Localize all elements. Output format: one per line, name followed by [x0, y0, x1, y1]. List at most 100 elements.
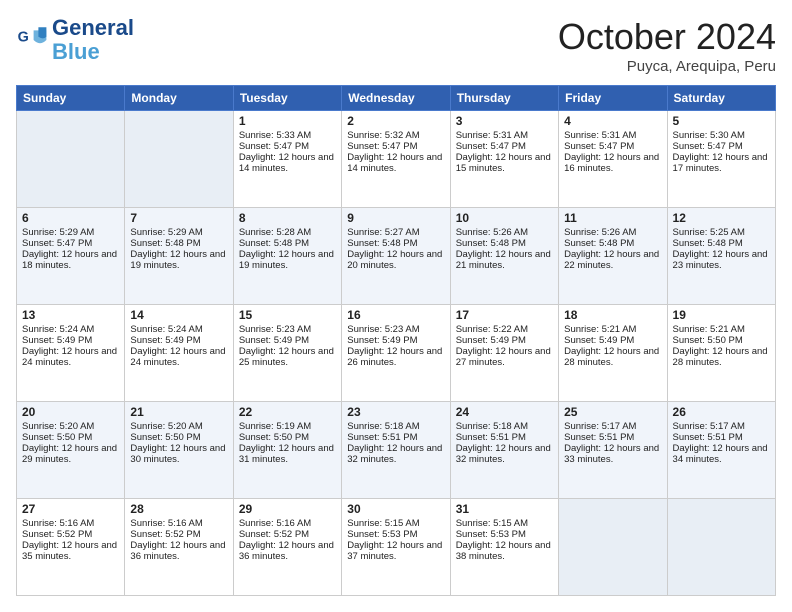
week-row-4: 20Sunrise: 5:20 AMSunset: 5:50 PMDayligh… [17, 402, 776, 499]
day-info: Sunset: 5:48 PM [130, 238, 227, 249]
day-info: Sunset: 5:53 PM [347, 529, 444, 540]
day-info: Sunset: 5:49 PM [22, 335, 119, 346]
day-info: Sunrise: 5:18 AM [347, 421, 444, 432]
day-info: Daylight: 12 hours and 32 minutes. [456, 443, 553, 465]
day-number: 28 [130, 502, 227, 516]
cell-5-6 [559, 499, 667, 596]
cell-4-2: 21Sunrise: 5:20 AMSunset: 5:50 PMDayligh… [125, 402, 233, 499]
cell-4-1: 20Sunrise: 5:20 AMSunset: 5:50 PMDayligh… [17, 402, 125, 499]
day-info: Daylight: 12 hours and 19 minutes. [239, 249, 336, 271]
cell-1-5: 3Sunrise: 5:31 AMSunset: 5:47 PMDaylight… [450, 111, 558, 208]
day-number: 26 [673, 405, 770, 419]
day-info: Daylight: 12 hours and 23 minutes. [673, 249, 770, 271]
day-info: Sunset: 5:47 PM [456, 141, 553, 152]
day-info: Daylight: 12 hours and 38 minutes. [456, 540, 553, 562]
day-info: Sunrise: 5:17 AM [564, 421, 661, 432]
cell-1-7: 5Sunrise: 5:30 AMSunset: 5:47 PMDaylight… [667, 111, 775, 208]
cell-4-5: 24Sunrise: 5:18 AMSunset: 5:51 PMDayligh… [450, 402, 558, 499]
day-info: Sunset: 5:49 PM [456, 335, 553, 346]
week-row-3: 13Sunrise: 5:24 AMSunset: 5:49 PMDayligh… [17, 305, 776, 402]
day-info: Daylight: 12 hours and 17 minutes. [673, 152, 770, 174]
day-info: Sunset: 5:51 PM [673, 432, 770, 443]
day-number: 7 [130, 211, 227, 225]
cell-2-1: 6Sunrise: 5:29 AMSunset: 5:47 PMDaylight… [17, 208, 125, 305]
col-header-friday: Friday [559, 86, 667, 111]
cell-5-5: 31Sunrise: 5:15 AMSunset: 5:53 PMDayligh… [450, 499, 558, 596]
day-info: Sunrise: 5:25 AM [673, 227, 770, 238]
day-info: Sunrise: 5:24 AM [22, 324, 119, 335]
logo-text: General Blue [52, 16, 134, 64]
day-info: Sunrise: 5:26 AM [564, 227, 661, 238]
day-number: 30 [347, 502, 444, 516]
day-number: 15 [239, 308, 336, 322]
page: G General Blue October 2024 Puyca, Arequ… [0, 0, 792, 612]
day-info: Daylight: 12 hours and 24 minutes. [22, 346, 119, 368]
day-number: 1 [239, 114, 336, 128]
day-number: 2 [347, 114, 444, 128]
cell-2-6: 11Sunrise: 5:26 AMSunset: 5:48 PMDayligh… [559, 208, 667, 305]
day-info: Sunset: 5:47 PM [564, 141, 661, 152]
cell-4-6: 25Sunrise: 5:17 AMSunset: 5:51 PMDayligh… [559, 402, 667, 499]
day-info: Daylight: 12 hours and 34 minutes. [673, 443, 770, 465]
day-info: Daylight: 12 hours and 16 minutes. [564, 152, 661, 174]
day-number: 16 [347, 308, 444, 322]
day-info: Daylight: 12 hours and 24 minutes. [130, 346, 227, 368]
cell-5-2: 28Sunrise: 5:16 AMSunset: 5:52 PMDayligh… [125, 499, 233, 596]
day-info: Sunrise: 5:18 AM [456, 421, 553, 432]
day-info: Sunset: 5:52 PM [22, 529, 119, 540]
day-info: Sunset: 5:51 PM [456, 432, 553, 443]
day-number: 22 [239, 405, 336, 419]
col-header-wednesday: Wednesday [342, 86, 450, 111]
calendar-table: SundayMondayTuesdayWednesdayThursdayFrid… [16, 85, 776, 596]
day-info: Sunrise: 5:16 AM [239, 518, 336, 529]
day-info: Sunrise: 5:24 AM [130, 324, 227, 335]
day-info: Daylight: 12 hours and 29 minutes. [22, 443, 119, 465]
col-header-monday: Monday [125, 86, 233, 111]
day-info: Daylight: 12 hours and 36 minutes. [239, 540, 336, 562]
logo-line1: General [52, 16, 134, 40]
day-info: Daylight: 12 hours and 37 minutes. [347, 540, 444, 562]
day-info: Sunrise: 5:22 AM [456, 324, 553, 335]
day-number: 27 [22, 502, 119, 516]
day-info: Sunrise: 5:33 AM [239, 130, 336, 141]
day-info: Sunset: 5:48 PM [673, 238, 770, 249]
week-row-2: 6Sunrise: 5:29 AMSunset: 5:47 PMDaylight… [17, 208, 776, 305]
day-info: Daylight: 12 hours and 31 minutes. [239, 443, 336, 465]
day-info: Daylight: 12 hours and 30 minutes. [130, 443, 227, 465]
day-info: Sunrise: 5:16 AM [22, 518, 119, 529]
day-info: Sunrise: 5:21 AM [564, 324, 661, 335]
day-info: Sunset: 5:48 PM [347, 238, 444, 249]
day-info: Sunset: 5:47 PM [22, 238, 119, 249]
day-info: Sunrise: 5:15 AM [347, 518, 444, 529]
day-info: Sunrise: 5:20 AM [22, 421, 119, 432]
day-info: Sunrise: 5:28 AM [239, 227, 336, 238]
cell-5-1: 27Sunrise: 5:16 AMSunset: 5:52 PMDayligh… [17, 499, 125, 596]
day-info: Sunset: 5:47 PM [239, 141, 336, 152]
day-info: Sunrise: 5:19 AM [239, 421, 336, 432]
svg-text:G: G [18, 30, 29, 46]
day-info: Sunset: 5:52 PM [130, 529, 227, 540]
day-info: Sunset: 5:50 PM [130, 432, 227, 443]
cell-4-4: 23Sunrise: 5:18 AMSunset: 5:51 PMDayligh… [342, 402, 450, 499]
logo-line2: Blue [52, 40, 134, 64]
day-number: 19 [673, 308, 770, 322]
day-info: Sunset: 5:48 PM [239, 238, 336, 249]
day-info: Daylight: 12 hours and 36 minutes. [130, 540, 227, 562]
day-number: 8 [239, 211, 336, 225]
col-header-thursday: Thursday [450, 86, 558, 111]
cell-3-2: 14Sunrise: 5:24 AMSunset: 5:49 PMDayligh… [125, 305, 233, 402]
day-info: Sunset: 5:51 PM [564, 432, 661, 443]
cell-2-3: 8 Sunrise: 5:28 AMSunset: 5:48 PMDaylight… [233, 208, 341, 305]
location: Puyca, Arequipa, Peru [558, 58, 776, 75]
day-info: Daylight: 12 hours and 32 minutes. [347, 443, 444, 465]
cell-2-7: 12Sunrise: 5:25 AMSunset: 5:48 PMDayligh… [667, 208, 775, 305]
day-number: 13 [22, 308, 119, 322]
cell-1-4: 2Sunrise: 5:32 AMSunset: 5:47 PMDaylight… [342, 111, 450, 208]
logo: G General Blue [16, 16, 134, 64]
day-info: Sunrise: 5:29 AM [22, 227, 119, 238]
cell-4-3: 22Sunrise: 5:19 AMSunset: 5:50 PMDayligh… [233, 402, 341, 499]
cell-3-4: 16Sunrise: 5:23 AMSunset: 5:49 PMDayligh… [342, 305, 450, 402]
col-header-tuesday: Tuesday [233, 86, 341, 111]
day-info: Sunset: 5:50 PM [673, 335, 770, 346]
cell-2-5: 10Sunrise: 5:26 AMSunset: 5:48 PMDayligh… [450, 208, 558, 305]
